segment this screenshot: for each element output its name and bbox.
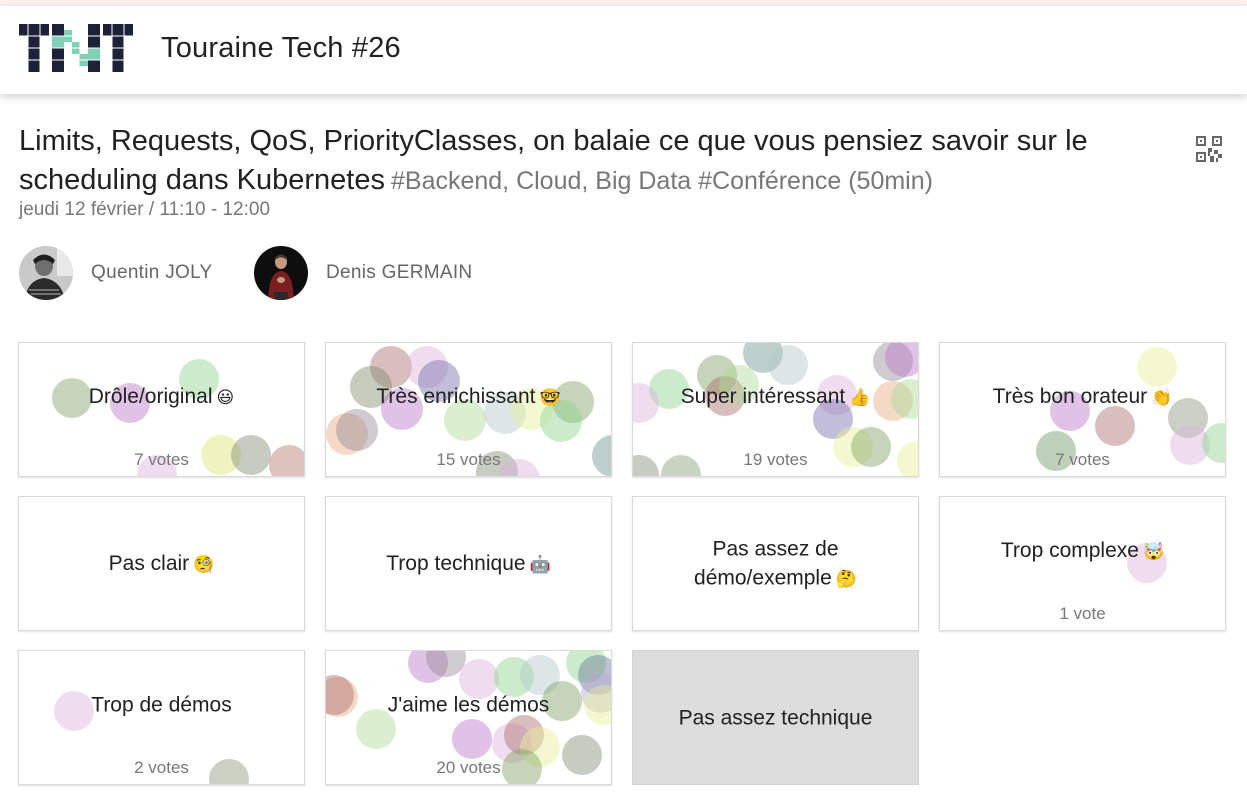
speaker-avatar <box>19 246 73 300</box>
vote-count: 20 votes <box>436 758 501 777</box>
feedback-grid: Drôle/original 😃 7 votes Très enrichissan… <box>18 342 1228 786</box>
vote-count: 2 votes <box>134 758 189 777</box>
feedback-card-trop-technique[interactable]: Trop technique 🤖 <box>325 496 612 631</box>
feedback-card-pas-assez-technique: Pas assez technique <box>632 650 919 785</box>
thumbs-up-icon: 👍 <box>849 388 871 407</box>
feedback-card-jaime-les-demos[interactable]: J'aime les démos 20 votes <box>325 650 612 785</box>
speaker-denis[interactable]: Denis GERMAIN <box>254 246 472 300</box>
feedback-label: Très bon orateur 👏 <box>992 385 1173 408</box>
qr-code-icon[interactable] <box>1196 136 1222 162</box>
feedback-label: Trop complexe 🤯 <box>1000 539 1165 562</box>
feedback-card-pas-assez-de-demo[interactable]: Pas assez de démo/exemple 🤔 <box>632 496 919 631</box>
monocle-face-icon: 🧐 <box>193 554 215 574</box>
vote-count: 15 votes <box>436 450 501 469</box>
feedback-label: Trop technique 🤖 <box>386 551 551 575</box>
vote-count: 19 votes <box>743 450 808 469</box>
feedback-card-trop-complexe[interactable]: Trop complexe 🤯 1 vote <box>939 496 1226 631</box>
talk-date: jeudi 12 février / 11:10 - 12:00 <box>19 199 271 220</box>
vote-count: 7 votes <box>1055 450 1110 469</box>
feedback-label: Très enrichissant 🤓 <box>376 385 561 408</box>
speaker-name: Denis GERMAIN <box>326 262 473 283</box>
thinking-face-icon: 🤔 <box>835 569 857 588</box>
feedback-card-pas-clair[interactable]: Pas clair 🧐 <box>18 496 305 631</box>
feedback-card-tres-enrichissant[interactable]: Très enrichissant 🤓 15 votes <box>325 342 612 477</box>
feedback-label: Pas assez technique <box>678 706 873 729</box>
vote-count: 7 votes <box>134 450 189 469</box>
feedback-card-drole-original[interactable]: Drôle/original 😃 7 votes <box>18 342 305 477</box>
event-title: Touraine Tech #26 <box>161 32 401 64</box>
speaker-quentin[interactable]: Quentin JOLY <box>19 246 213 300</box>
feedback-card-trop-de-demos[interactable]: Trop de démos 2 votes <box>18 650 305 785</box>
feedback-label: Trop de démos <box>91 693 232 717</box>
exploding-head-icon: 🤯 <box>1142 542 1165 561</box>
feedback-label: J'aime les démos <box>387 693 550 717</box>
vote-count: 1 vote <box>1059 604 1106 623</box>
feedback-card-super-interessant[interactable]: Super intéressant 👍 19 votes <box>632 342 919 477</box>
feedback-label: Drôle/original 😃 <box>88 385 235 408</box>
grinning-face-icon: 😃 <box>216 388 235 407</box>
touraine-tech-logo[interactable] <box>19 24 133 72</box>
feedback-label: Pas assez de démo/exemple 🤔 <box>694 537 857 589</box>
robot-icon: 🤖 <box>529 554 551 574</box>
nerd-face-icon: 🤓 <box>539 388 561 407</box>
clapping-hands-icon: 👏 <box>1151 388 1173 407</box>
feedback-label: Super intéressant 👍 <box>680 385 871 408</box>
app-header: Touraine Tech #26 <box>0 6 1247 94</box>
feedback-card-tres-bon-orateur[interactable]: Très bon orateur 👏 7 votes <box>939 342 1226 477</box>
talk-tags: #Backend, Cloud, Big Data #Conférence (5… <box>390 167 933 195</box>
speaker-avatar <box>254 246 308 300</box>
speaker-name: Quentin JOLY <box>91 262 213 283</box>
feedback-label: Pas clair 🧐 <box>108 551 215 575</box>
talk-title: Limits, Requests, QoS, PriorityClasses, … <box>19 122 1169 201</box>
